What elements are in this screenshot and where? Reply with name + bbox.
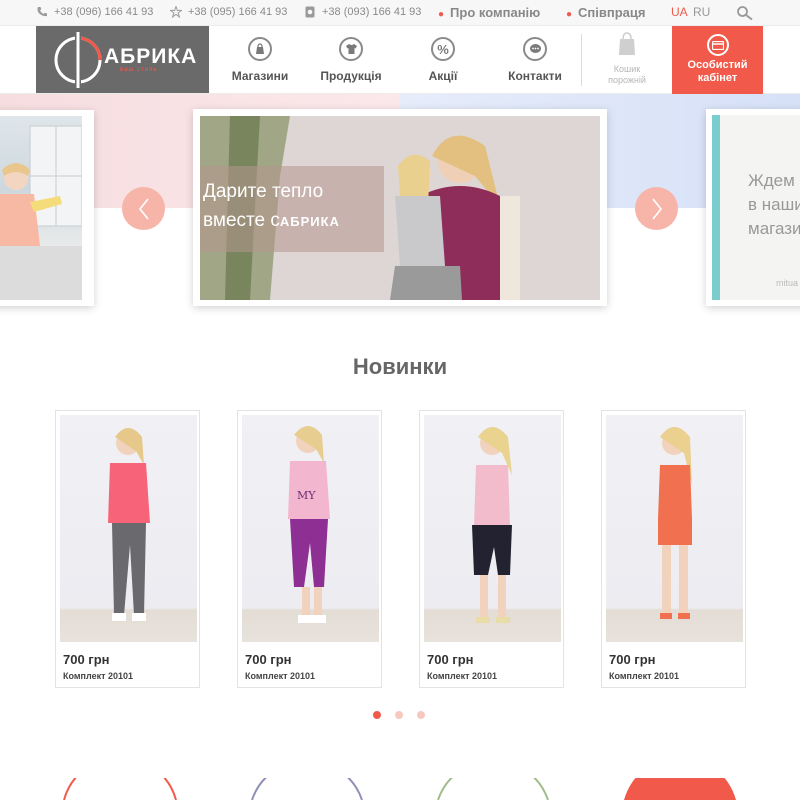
slide-next-text-2: в наши xyxy=(748,195,800,214)
product-price: 700 грн xyxy=(63,652,110,667)
logo[interactable]: АБРИКА ваш стиль xyxy=(36,26,209,93)
slide-next-text: Ждем В в наши магазин xyxy=(748,169,800,241)
model-photo-icon xyxy=(472,427,512,623)
category-circle-4[interactable] xyxy=(624,778,736,800)
slide-previous-image xyxy=(0,116,83,300)
chat-icon xyxy=(523,37,547,61)
product-price: 700 грн xyxy=(427,652,474,667)
pagination-dot-3[interactable] xyxy=(417,711,425,719)
promo-line-2: вместе сАБРИКА xyxy=(203,206,340,236)
nav-products-label: Продукція xyxy=(320,69,382,83)
nav-shops[interactable]: Магазини xyxy=(215,26,305,93)
section-title-new: Новинки xyxy=(352,354,448,379)
nav-promotions-label: Акції xyxy=(428,69,458,83)
life-icon xyxy=(305,6,315,18)
logo-text: АБРИКА xyxy=(104,45,198,68)
nav-products[interactable]: Продукція xyxy=(306,26,396,93)
slide-next-text-3: магазин xyxy=(748,219,800,238)
lang-ru[interactable]: RU xyxy=(693,5,710,19)
product-card[interactable]: 700 грн Комплект 20101 xyxy=(419,410,564,688)
chevron-left-icon xyxy=(138,198,149,219)
lang-ua[interactable]: UA xyxy=(671,5,688,19)
slide-next-caption: mitua xyxy=(776,278,799,288)
kyivstar-icon xyxy=(170,6,182,18)
product-image xyxy=(424,415,561,642)
product-name: Комплект 20101 xyxy=(245,671,316,681)
phone-2[interactable]: +38 (095) 166 41 93 xyxy=(170,6,287,18)
percent-icon: % xyxy=(431,37,455,61)
cart-label-line1: Кошик xyxy=(613,64,641,74)
phone-3[interactable]: +38 (093) 166 41 93 xyxy=(304,6,421,18)
pagination-dot-2[interactable] xyxy=(395,711,403,719)
product-name: Комплект 20101 xyxy=(63,671,134,681)
slide-next[interactable]: Ждем В в наши магазин mitua xyxy=(706,109,800,306)
product-image xyxy=(606,415,743,642)
promo-line-2-text: вместе с xyxy=(203,210,280,231)
chevron-right-icon xyxy=(651,198,662,219)
card-icon xyxy=(706,34,729,56)
top-bar: +38 (096) 166 41 93 +38 (095) 166 41 93 … xyxy=(0,0,800,26)
carousel-pagination xyxy=(373,711,425,719)
product-price: 700 грн xyxy=(609,652,656,667)
main-header: АБРИКА ваш стиль Магазини Продукція % Ак… xyxy=(0,26,800,99)
child-photo-icon xyxy=(0,125,83,300)
model-photo-icon: MY xyxy=(288,426,330,623)
nav-shops-label: Магазини xyxy=(231,69,289,83)
product-image xyxy=(60,415,197,642)
about-link[interactable]: ● Про компанію xyxy=(438,5,540,20)
slide-previous[interactable] xyxy=(0,110,94,306)
partnership-link-label: Співпраця xyxy=(578,5,646,20)
phone-1[interactable]: +38 (096) 166 41 93 xyxy=(36,6,153,18)
product-top xyxy=(108,463,150,523)
slider-next-button[interactable] xyxy=(635,187,678,230)
product-name: Комплект 20101 xyxy=(609,671,680,681)
logo-subtitle: ваш стиль xyxy=(120,67,158,73)
model-photo-icon xyxy=(658,427,692,619)
slide-current[interactable]: Дарите тепло вместе сАБРИКА xyxy=(193,109,607,306)
bag-icon xyxy=(248,37,272,61)
product-name: Комплект 20101 xyxy=(427,671,498,681)
svg-text:MY: MY xyxy=(297,489,316,502)
product-price: 700 грн xyxy=(245,652,292,667)
model-photo-icon xyxy=(108,428,150,621)
partnership-link[interactable]: ● Співпраця xyxy=(566,5,646,20)
cart-label-line2: порожній xyxy=(608,75,646,85)
nav-divider xyxy=(581,34,582,86)
cart-button[interactable]: Кошик порожній xyxy=(594,26,660,93)
bullet-icon: ● xyxy=(566,9,573,20)
nav-contacts[interactable]: Контакти xyxy=(490,26,580,93)
cabinet-label-line1: Особистий xyxy=(687,59,748,71)
percent-glyph: % xyxy=(437,41,449,57)
category-circle-2[interactable] xyxy=(251,778,363,800)
promo-brand: АБРИКА xyxy=(279,214,340,229)
phone-1-text: +38 (096) 166 41 93 xyxy=(54,6,154,18)
promo-line-1: Дарите тепло xyxy=(203,181,324,202)
hero-slider: Дарите тепло вместе сАБРИКА Ждем В в наш… xyxy=(0,94,800,314)
phone-2-text: +38 (095) 166 41 93 xyxy=(188,6,288,18)
search-icon[interactable] xyxy=(736,5,754,21)
phone-icon xyxy=(37,7,47,17)
nav-contacts-label: Контакти xyxy=(508,69,562,83)
about-link-label: Про компанію xyxy=(450,5,541,20)
product-card[interactable]: 700 грн Комплект 20101 xyxy=(601,410,746,688)
product-card[interactable]: MY 700 грн Комплект 20101 xyxy=(237,410,382,688)
shirt-icon xyxy=(339,37,363,61)
cabinet-label-line2: кабінет xyxy=(697,72,738,84)
product-image: MY xyxy=(242,415,379,642)
category-circle-3[interactable] xyxy=(437,778,549,800)
cart-bag-icon xyxy=(619,32,635,55)
product-card[interactable]: 700 грн Комплект 20101 xyxy=(55,410,200,688)
slider-prev-button[interactable] xyxy=(122,187,165,230)
slide-next-text-1: Ждем В xyxy=(748,171,800,190)
category-circles-strip xyxy=(63,778,736,800)
promo-text: Дарите тепло вместе сАБРИКА xyxy=(203,177,340,236)
category-circle-1[interactable] xyxy=(63,778,177,800)
pagination-dot-1[interactable] xyxy=(373,711,381,719)
personal-cabinet-button[interactable]: Особистий кабінет xyxy=(672,26,763,99)
slide-next-image: Ждем В в наши магазин mitua xyxy=(712,115,800,300)
logo-mark-icon xyxy=(54,32,102,88)
phone-3-text: +38 (093) 166 41 93 xyxy=(322,6,422,18)
nav-promotions[interactable]: % Акції xyxy=(398,26,488,93)
bullet-icon: ● xyxy=(438,9,445,20)
